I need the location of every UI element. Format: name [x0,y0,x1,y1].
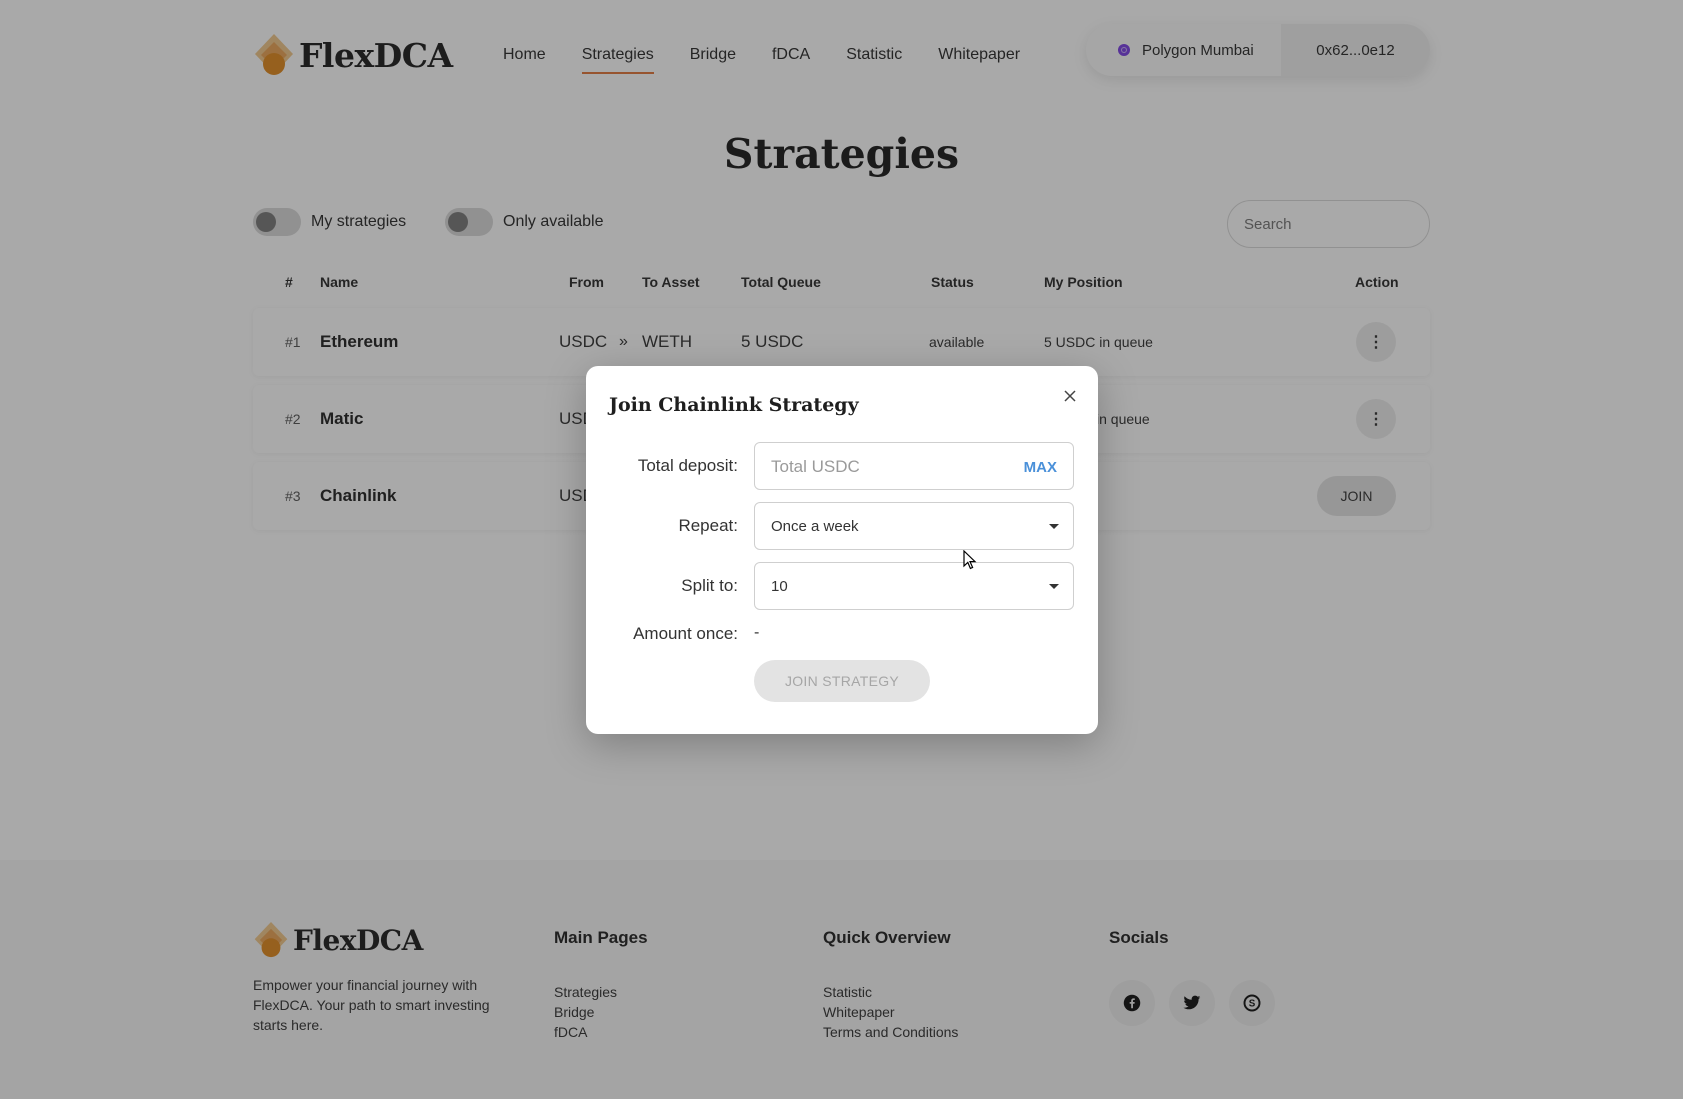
split-value: 10 [771,578,788,595]
repeat-label: Repeat: [678,516,738,535]
split-label: Split to: [681,576,738,595]
split-select[interactable]: 10 [754,562,1074,610]
repeat-select[interactable]: Once a week [754,502,1074,550]
modal-title: Join Chainlink Strategy [609,394,859,416]
chevron-down-icon [1049,524,1059,529]
join-strategy-modal: Join Chainlink Strategy Total deposit: T… [586,366,1098,734]
mouse-cursor-icon [963,550,977,570]
total-deposit-label: Total deposit: [637,456,738,475]
total-deposit-placeholder: Total USDC [771,457,860,476]
close-icon[interactable] [1060,386,1080,406]
join-strategy-button[interactable]: JOIN STRATEGY [754,660,930,702]
repeat-value: Once a week [771,518,859,535]
amount-once-value: - [754,624,760,641]
chevron-down-icon [1049,584,1059,589]
page: FlexDCA Home Strategies Bridge fDCA Stat… [0,0,1683,1099]
max-button[interactable]: MAX [1024,459,1057,476]
amount-once-label: Amount once: [633,624,738,643]
total-deposit-field[interactable]: Total USDC MAX [754,442,1074,490]
